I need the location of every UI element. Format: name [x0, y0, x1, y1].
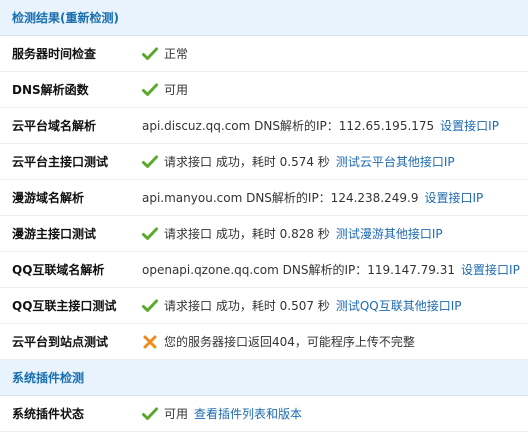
row-text: 请求接口 成功，耗时 0.507 秒 — [164, 299, 330, 313]
table-row-cloud-to-site: 云平台到站点测试 您的服务器接口返回404，可能程序上传不完整 — [0, 324, 528, 360]
check-icon — [142, 47, 158, 61]
set-ip-link[interactable]: 设置接口IP — [424, 189, 483, 206]
row-label: 漫游域名解析 — [12, 191, 85, 205]
row-label: DNS解析函数 — [12, 83, 89, 97]
row-label: 云平台到站点测试 — [12, 335, 109, 349]
section-title-plugins: 系统插件检测 — [12, 371, 85, 385]
row-value: 可用 查看插件列表和版本 — [130, 405, 302, 422]
table-row-server-time: 服务器时间检查 正常 — [0, 36, 528, 72]
test-manyou-ip-link[interactable]: 测试漫游其他接口IP — [336, 225, 443, 242]
test-cloud-ip-link[interactable]: 测试云平台其他接口IP — [336, 153, 455, 170]
row-label: QQ互联主接口测试 — [12, 299, 117, 313]
row-text: 请求接口 成功，耗时 0.828 秒 — [164, 227, 330, 241]
table-row-manyou-api: 漫游主接口测试 请求接口 成功，耗时 0.828 秒测试漫游其他接口IP — [0, 216, 528, 252]
row-text: openapi.qzone.qq.com DNS解析的IP：119.147.79… — [142, 263, 456, 277]
row-label: 系统插件状态 — [12, 407, 85, 421]
table-row-dns-function: DNS解析函数 可用 — [0, 72, 528, 108]
row-value: 请求接口 成功，耗时 0.828 秒测试漫游其他接口IP — [130, 225, 443, 242]
row-text: 可用 — [164, 407, 189, 421]
check-icon — [142, 407, 158, 421]
section-header-results: 检测结果 (重新检测) — [0, 0, 528, 36]
row-label: 云平台主接口测试 — [12, 155, 109, 169]
row-value: 正常 — [130, 45, 188, 62]
test-qq-ip-link[interactable]: 测试QQ互联其他接口IP — [336, 297, 462, 314]
check-icon — [142, 155, 158, 169]
check-icon — [142, 299, 158, 313]
row-text: 请求接口 成功，耗时 0.574 秒 — [164, 155, 330, 169]
row-label: 漫游主接口测试 — [12, 227, 97, 241]
table-row-cloud-domain: 云平台域名解析 api.discuz.qq.com DNS解析的IP：112.6… — [0, 108, 528, 144]
table-row-qq-domain: QQ互联域名解析 openapi.qzone.qq.com DNS解析的IP：1… — [0, 252, 528, 288]
check-icon — [142, 83, 158, 97]
table-row-plugin-status: 系统插件状态 可用 查看插件列表和版本 — [0, 396, 528, 432]
view-plugins-link[interactable]: 查看插件列表和版本 — [194, 405, 302, 422]
table-row-manyou-domain: 漫游域名解析 api.manyou.com DNS解析的IP：124.238.2… — [0, 180, 528, 216]
row-label: QQ互联域名解析 — [12, 263, 105, 277]
recheck-link[interactable]: (重新检测) — [60, 9, 119, 26]
row-value: api.manyou.com DNS解析的IP：124.238.249.9 设置接… — [130, 189, 483, 206]
row-text: 正常 — [164, 47, 189, 61]
table-row-cloud-api: 云平台主接口测试 请求接口 成功，耗时 0.574 秒测试云平台其他接口IP — [0, 144, 528, 180]
row-value: openapi.qzone.qq.com DNS解析的IP：119.147.79… — [130, 261, 520, 278]
row-label: 服务器时间检查 — [12, 47, 97, 61]
cross-icon — [142, 335, 158, 349]
row-text: 您的服务器接口返回404，可能程序上传不完整 — [164, 335, 415, 349]
row-text: api.manyou.com DNS解析的IP：124.238.249.9 — [142, 191, 419, 205]
set-ip-link[interactable]: 设置接口IP — [440, 117, 499, 134]
section-header-plugins: 系统插件检测 — [0, 360, 528, 396]
row-text: 可用 — [164, 83, 189, 97]
row-label: 云平台域名解析 — [12, 119, 97, 133]
row-value: 请求接口 成功，耗时 0.574 秒测试云平台其他接口IP — [130, 153, 455, 170]
row-value: 可用 — [130, 81, 188, 98]
set-ip-link[interactable]: 设置接口IP — [461, 261, 520, 278]
row-text: api.discuz.qq.com DNS解析的IP：112.65.195.17… — [142, 119, 435, 133]
row-value: 您的服务器接口返回404，可能程序上传不完整 — [130, 333, 415, 350]
section-title-results: 检测结果 — [12, 11, 61, 25]
table-row-qq-api: QQ互联主接口测试 请求接口 成功，耗时 0.507 秒测试QQ互联其他接口IP — [0, 288, 528, 324]
row-value: 请求接口 成功，耗时 0.507 秒测试QQ互联其他接口IP — [130, 297, 461, 314]
check-icon — [142, 227, 158, 241]
row-value: api.discuz.qq.com DNS解析的IP：112.65.195.17… — [130, 117, 499, 134]
